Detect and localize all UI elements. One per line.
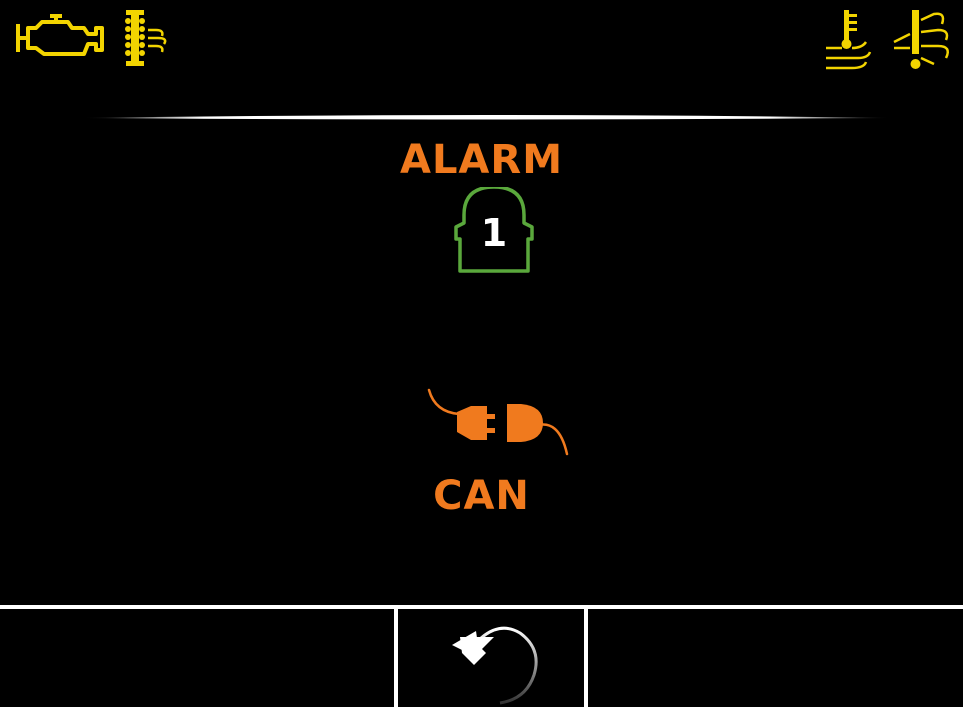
- header-divider: [82, 115, 892, 120]
- back-button[interactable]: [394, 609, 588, 707]
- alarm-number: 1: [480, 211, 508, 255]
- alarm-source-label: CAN: [433, 473, 530, 519]
- alarm-title: ALARM: [399, 137, 563, 183]
- oil-pressure-warning-icon: [893, 10, 949, 69]
- alarm-number-badge: 1: [450, 185, 538, 275]
- can-disconnected-plug-icon: [427, 388, 569, 456]
- status-bar: [0, 0, 963, 110]
- coolant-temperature-icon: [826, 10, 872, 70]
- check-engine-icon: [16, 14, 104, 56]
- softkey-right[interactable]: [588, 609, 963, 707]
- back-icon: [452, 626, 538, 705]
- glow-plug-exhaust-icon: [125, 10, 167, 66]
- softkey-left[interactable]: [0, 609, 394, 707]
